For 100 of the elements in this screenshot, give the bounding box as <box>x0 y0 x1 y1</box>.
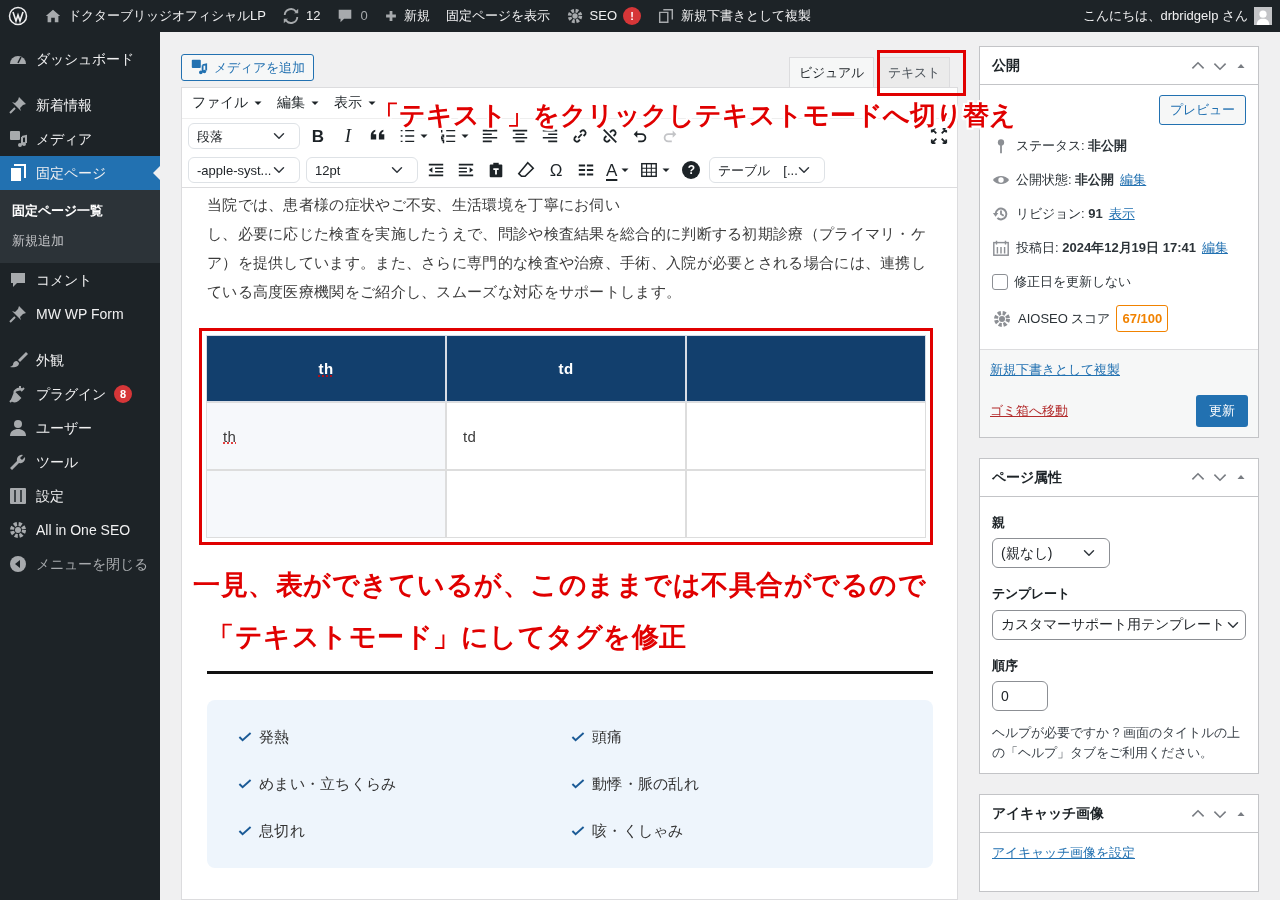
help-text: ヘルプが必要ですか ? 画面のタイトルの上の「ヘルプ」タブをご利用ください。 <box>992 725 1241 762</box>
link-icon <box>571 127 589 146</box>
gear-icon <box>8 520 28 540</box>
checklist-text: めまい・立ちくらみ <box>259 774 397 795</box>
gear-icon[interactable] <box>565 7 584 25</box>
fullscreen-icon <box>930 127 948 146</box>
wrench-icon <box>8 452 28 472</box>
edit-link[interactable]: 編集 <box>1201 237 1228 258</box>
box-title: 公開 <box>992 56 1020 75</box>
text-color-button[interactable]: A <box>604 157 633 184</box>
toolbar-link[interactable]: 新規下書きとして複製 <box>681 6 812 26</box>
toolbar-link[interactable]: SEO <box>589 6 618 26</box>
sidebar-item[interactable]: メニューを閉じる <box>0 547 160 581</box>
table-header-cell: td <box>446 335 686 403</box>
brush-icon <box>8 350 28 370</box>
italic-button[interactable]: I <box>336 123 360 150</box>
box-title: アイキャッチ画像 <box>992 804 1104 823</box>
refresh-icon[interactable] <box>281 7 300 25</box>
pin-icon <box>8 304 28 324</box>
toolbar-link[interactable]: ドクターブリッジオフィシャルLP <box>68 6 266 26</box>
sidebar-item[interactable]: ダッシュボード <box>0 42 160 76</box>
annotation-text: 一見、表ができているが、このままでは不具合がでるので <box>193 569 927 603</box>
score-label: AIOSEO スコア <box>1018 309 1111 328</box>
sidebar-item[interactable]: プラグイン 8 <box>0 377 160 411</box>
sidebar-item[interactable]: 固定ページ <box>0 156 160 190</box>
edit-link[interactable]: 表示 <box>1108 203 1135 224</box>
checklist-text: 咳・くしゃみ <box>592 821 684 842</box>
paragraph-text: し、必要に応じた検査を実施したうえで、問診や検査結果を総合的に判断する初期診療（プライマリ・ケア）を提供しています。また、さらに専門的な検査や治療、手術、入院が必要とされる場合には、連携している高度医療機関をご紹介し、スムーズな対応をサポートします。 <box>207 224 928 303</box>
editor-tab[interactable]: ビジュアル <box>789 56 874 87</box>
status-text: 公開状態: 非公開 <box>1016 170 1115 189</box>
sidebar-item[interactable]: MW WP Form <box>0 297 160 331</box>
preview-button[interactable]: プレビュー <box>1159 95 1246 125</box>
checklist-text: 発熱 <box>259 727 290 748</box>
clipboard-icon <box>487 161 505 180</box>
plus-icon[interactable] <box>383 9 398 23</box>
parent-select[interactable]: (親なし) <box>992 538 1110 568</box>
menu-item[interactable]: ファイル <box>192 93 263 114</box>
copy-icon[interactable] <box>657 7 676 25</box>
submenu-item[interactable]: 固定ページ一覧 <box>0 196 160 226</box>
table-cell: td <box>446 402 686 471</box>
toolbar-link[interactable]: 固定ページを表示 <box>445 6 550 26</box>
wordpress-logo-icon[interactable] <box>8 6 28 26</box>
set-image-link[interactable]: アイキャッチ画像を設定 <box>992 845 1135 860</box>
bold-button[interactable]: B <box>306 123 330 150</box>
update-button[interactable]: 更新 <box>1196 395 1248 427</box>
editor-select[interactable]: テーブル [... <box>709 157 826 184</box>
field-label: 順序 <box>992 656 1019 675</box>
score-badge: 67/100 <box>1116 304 1169 333</box>
field-label: 親 <box>992 513 1006 532</box>
edit-link[interactable]: 編集 <box>1120 169 1147 190</box>
toolbar-link[interactable]: 12 <box>305 6 321 26</box>
sidebar-item[interactable]: All in One SEO <box>0 513 160 547</box>
editor-select[interactable]: 段落 <box>188 123 300 150</box>
pages-icon <box>8 163 28 183</box>
plug-icon <box>8 384 28 404</box>
comment-icon <box>8 270 28 290</box>
sidebar-item[interactable]: 設定 <box>0 479 160 513</box>
sidebar-item[interactable]: コメント <box>0 263 160 297</box>
unlink-icon <box>601 127 619 146</box>
status-text: 投稿日: 2024年12月19日 17:41 <box>1016 238 1196 257</box>
media-icon <box>8 129 28 149</box>
editor-tab[interactable]: テキスト <box>878 56 950 87</box>
table-cell: th <box>206 402 446 471</box>
sidebar-item[interactable]: ユーザー <box>0 411 160 445</box>
editor-select[interactable]: 12pt <box>306 157 418 184</box>
table-icon <box>640 161 659 180</box>
trash-link[interactable]: ゴミ箱へ移動 <box>990 401 1068 421</box>
toolbar-link[interactable]: 0 <box>360 6 368 26</box>
checkbox[interactable] <box>992 273 1008 290</box>
special-character-button[interactable]: Ω <box>544 157 568 184</box>
status-text: リビジョン: 91 <box>1016 204 1103 223</box>
gear-icon <box>992 308 1012 329</box>
sliders-icon <box>8 486 28 506</box>
paragraph-text: 当院では、患者様の症状やご不安、生活環境を丁寧にお伺い <box>207 195 622 216</box>
eraser-icon <box>517 161 535 180</box>
count-badge: 8 <box>114 385 132 403</box>
add-media-button[interactable]: メディアを追加 <box>181 53 314 81</box>
collapse-icon <box>8 554 28 574</box>
template-select[interactable]: カスタマーサポート用テンプレート <box>992 609 1246 640</box>
checkbox-label: 修正日を更新しない <box>1014 272 1131 291</box>
media-icon <box>190 58 208 77</box>
home-icon[interactable] <box>44 7 62 25</box>
checklist-text: 動悸・脈の乱れ <box>592 774 700 795</box>
sidebar-item[interactable]: ツール <box>0 445 160 479</box>
sidebar-item[interactable]: メディア <box>0 122 160 156</box>
sidebar-item[interactable]: 外観 <box>0 343 160 377</box>
greeting-link[interactable]: こんにちは、drbridgelp さん <box>1082 6 1248 26</box>
editor-select[interactable]: -apple-syst... <box>188 157 300 184</box>
field-label: テンプレート <box>992 585 1071 603</box>
menu-item[interactable]: 編集 <box>277 93 320 114</box>
submenu-item[interactable]: 新規追加 <box>0 225 160 255</box>
toolbar-link[interactable]: 新規 <box>403 6 430 26</box>
duplicate-link[interactable]: 新規下書きとして複製 <box>990 359 1120 379</box>
order-field[interactable]: 0 <box>992 681 1048 711</box>
pin-icon <box>8 95 28 115</box>
table-header-cell: th <box>206 335 446 403</box>
notification-badge: ! <box>623 7 642 25</box>
status-text: ステータス: 非公開 <box>1016 136 1128 155</box>
sidebar-item[interactable]: 新着情報 <box>0 88 160 122</box>
checklist-text: 頭痛 <box>592 727 623 748</box>
